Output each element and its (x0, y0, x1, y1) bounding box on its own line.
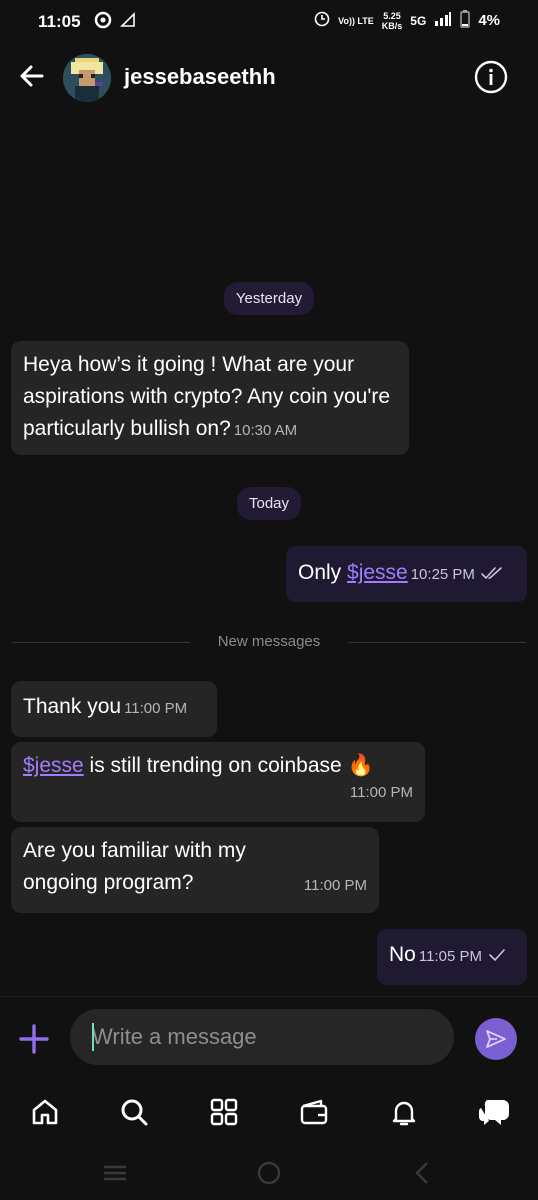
message-list[interactable]: Yesterday Heya how’s it going ! What are… (0, 114, 538, 996)
message-text: Heya how’s it going ! What are your aspi… (23, 353, 391, 440)
new-messages-divider: New messages (12, 630, 526, 654)
message-input[interactable] (70, 1009, 454, 1065)
battery-percent: 4% (478, 12, 500, 29)
message-time: 10:25 PM (410, 566, 475, 583)
back-system-button[interactable] (408, 1158, 438, 1188)
network-type: 5G (410, 13, 427, 28)
pixel-avatar-icon (63, 54, 111, 102)
battery-icon (460, 10, 471, 31)
chat-header: jessebaseethh (0, 44, 538, 114)
network-speed: 5.25 KB/s (381, 10, 403, 31)
menu-lines-icon (104, 1165, 126, 1181)
message-text: Only (298, 561, 348, 584)
message-bubble[interactable]: Only $jesse 10:25 PM (286, 546, 527, 602)
home-system-button[interactable] (254, 1158, 284, 1188)
arrow-left-icon (20, 65, 44, 87)
date-separator: Today (236, 487, 302, 520)
chat-bubbles-icon (479, 1100, 509, 1125)
nav-wallet[interactable] (296, 1094, 332, 1130)
message-time: 11:05 PM (418, 948, 482, 965)
text-cursor (92, 1023, 94, 1051)
message-text: No (389, 943, 416, 966)
token-tag-link[interactable]: $jesse (347, 561, 408, 584)
bell-icon (392, 1101, 416, 1126)
apps-grid-icon (210, 1098, 238, 1126)
double-check-icon (480, 567, 502, 580)
search-icon (121, 1099, 148, 1126)
check-icon (488, 949, 505, 962)
recents-button[interactable] (100, 1158, 130, 1188)
nav-notifications[interactable] (386, 1094, 422, 1130)
info-button[interactable] (474, 60, 508, 94)
system-navigation (0, 1144, 538, 1200)
alarm-icon (314, 11, 330, 30)
message-time: 11:00 PM (124, 700, 188, 717)
circle-icon (257, 1161, 281, 1185)
wallet-icon (300, 1099, 328, 1125)
message-text: Thank you (23, 695, 122, 718)
target-icon (94, 11, 112, 34)
send-icon (486, 1030, 506, 1048)
chevron-left-icon (415, 1162, 428, 1184)
message-bubble[interactable]: Heya how’s it going ! What are your aspi… (11, 341, 409, 455)
volte-label: Vo)) LTE (338, 15, 374, 26)
message-composer (0, 996, 538, 1082)
chat-username[interactable]: jessebaseethh (124, 64, 276, 90)
date-separator: Yesterday (223, 282, 315, 315)
nav-home[interactable] (27, 1094, 63, 1130)
bottom-navigation (0, 1082, 538, 1144)
message-text: is still trending on coinbase 🔥 (83, 754, 374, 777)
message-bubble[interactable]: No 11:05 PM (377, 929, 527, 985)
status-time: 11:05 (38, 12, 81, 31)
nav-messages[interactable] (476, 1094, 512, 1130)
cell-signal-icon (434, 12, 452, 29)
home-icon (32, 1099, 58, 1125)
status-bar: 11:05 Vo)) LTE 5.25 KB/s 5G 4% (0, 0, 538, 44)
nav-search[interactable] (116, 1094, 152, 1130)
message-bubble[interactable]: Are you familiar with my ongoing program… (11, 827, 379, 913)
token-tag-link[interactable]: $jesse (23, 754, 84, 777)
info-icon (474, 60, 508, 94)
signal-calling-icon (120, 12, 136, 33)
nav-apps[interactable] (206, 1094, 242, 1130)
plus-icon (19, 1024, 49, 1054)
message-time: 10:30 AM (233, 422, 298, 439)
message-bubble[interactable]: Thank you 11:00 PM (11, 681, 217, 737)
message-time: 11:00 PM (349, 784, 413, 801)
attach-button[interactable] (18, 1023, 50, 1055)
send-button[interactable] (475, 1018, 517, 1060)
avatar[interactable] (63, 54, 111, 102)
back-button[interactable] (16, 60, 48, 92)
message-bubble[interactable]: $jesse is still trending on coinbase 🔥 1… (11, 742, 425, 822)
